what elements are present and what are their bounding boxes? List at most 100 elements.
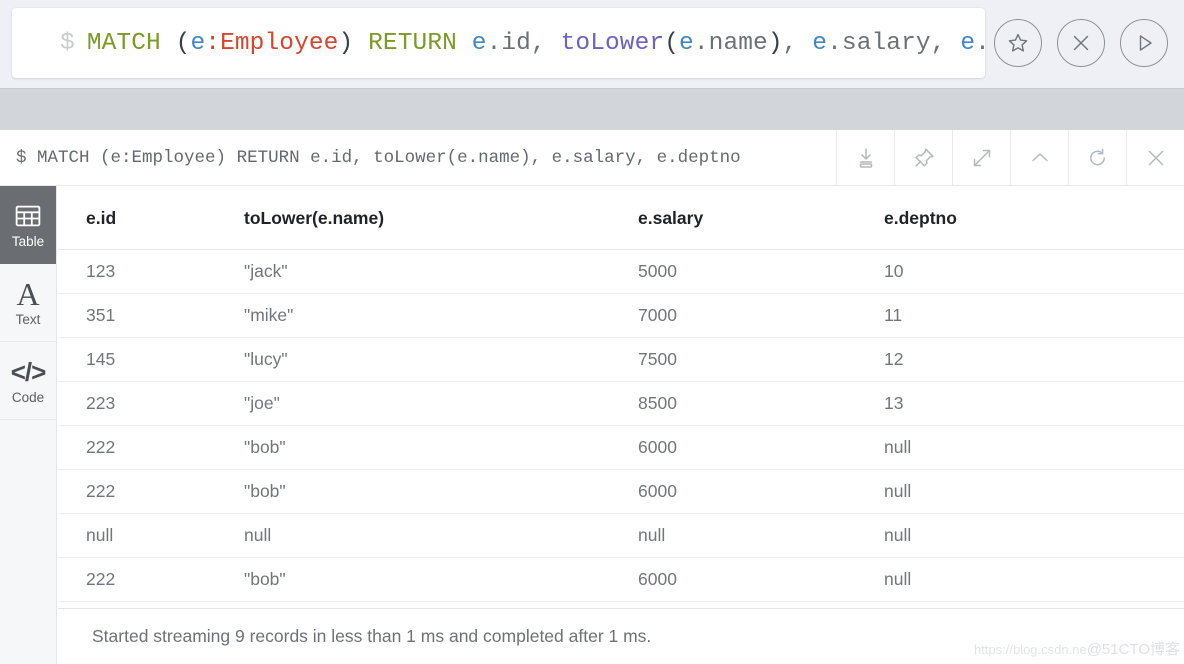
query-token-plain bbox=[353, 30, 368, 57]
query-token-punct: , bbox=[530, 29, 561, 57]
view-tab-text-label: Text bbox=[15, 311, 41, 327]
result-prompt-symbol: $ bbox=[16, 147, 27, 168]
results-table-container: e.id toLower(e.name) e.salary e.deptno 123 "… bbox=[58, 186, 1184, 664]
view-mode-sidebar: Table A Text </> Code bbox=[0, 186, 57, 664]
result-toolbar bbox=[836, 130, 1184, 185]
editor-action-buttons bbox=[994, 8, 1168, 78]
code-brackets-icon: </> bbox=[10, 356, 47, 387]
table-cell: "bob" bbox=[220, 425, 626, 470]
table-header-row: e.id toLower(e.name) e.salary e.deptno bbox=[58, 186, 1184, 250]
query-token-variable: e bbox=[960, 29, 976, 57]
result-body: Table A Text </> Code e.id toLower(e.name… bbox=[0, 186, 1184, 664]
query-token-property: .id bbox=[486, 29, 531, 57]
table-cell: null bbox=[870, 469, 1184, 514]
query-editor-card[interactable]: $ MATCH (e:Employee) RETURN e.id, toLowe… bbox=[12, 8, 985, 78]
query-token-variable: e bbox=[190, 29, 206, 57]
result-status-bar: Started streaming 9 records in less than… bbox=[58, 608, 1184, 663]
table-row: 123 "jack" 5000 10 bbox=[58, 249, 1184, 294]
table-cell: "mike" bbox=[220, 293, 626, 338]
favorite-button[interactable] bbox=[994, 19, 1042, 67]
run-query-button[interactable] bbox=[1120, 19, 1168, 67]
pin-button[interactable] bbox=[894, 130, 952, 185]
table-cell: null bbox=[626, 513, 870, 558]
view-tab-code-label: Code bbox=[11, 389, 45, 405]
table-column-header: e.deptno bbox=[870, 186, 1184, 250]
table-cell: 222 bbox=[58, 557, 220, 602]
pin-icon bbox=[911, 145, 937, 171]
query-token-property: .name bbox=[693, 29, 768, 57]
table-grid-icon bbox=[15, 201, 41, 231]
table-row: null null null null bbox=[58, 513, 1184, 558]
result-query-text: $ MATCH (e:Employee) RETURN e.id, toLowe… bbox=[0, 148, 836, 168]
view-tab-table[interactable]: Table bbox=[0, 186, 56, 264]
table-cell: 351 bbox=[58, 293, 220, 338]
table-row: 222"bob"6000null bbox=[58, 557, 1184, 602]
download-button[interactable] bbox=[836, 130, 894, 185]
query-token-keyword: RETURN bbox=[368, 29, 472, 57]
query-text: MATCH (e:Employee) RETURN e.id, toLower(… bbox=[87, 30, 985, 57]
refresh-button[interactable] bbox=[1068, 130, 1126, 185]
query-token-paren: ) bbox=[338, 29, 354, 57]
table-cell: 7000 bbox=[626, 293, 870, 338]
table-row: 222"bob"6000null bbox=[58, 425, 1184, 470]
table-cell: 6000 bbox=[626, 425, 870, 470]
result-frame: $ MATCH (e:Employee) RETURN e.id, toLowe… bbox=[0, 130, 1184, 664]
table-cell: "jack" bbox=[220, 249, 626, 294]
table-cell: null bbox=[58, 513, 220, 558]
status-message: Started streaming 9 records in less than… bbox=[92, 625, 652, 646]
table-cell: 11 bbox=[870, 293, 1184, 338]
query-token-keyword: MATCH bbox=[86, 29, 176, 57]
table-cell: 5000 bbox=[626, 249, 870, 294]
close-icon bbox=[1069, 31, 1093, 55]
table-cell: "lucy" bbox=[220, 337, 626, 382]
query-token-property: .salary bbox=[827, 29, 931, 57]
expand-button[interactable] bbox=[952, 130, 1010, 185]
query-token-paren: ( bbox=[175, 29, 191, 57]
play-icon bbox=[1132, 31, 1156, 55]
table-row: 145 "lucy" 7500 12 bbox=[58, 337, 1184, 382]
result-header: $ MATCH (e:Employee) RETURN e.id, toLowe… bbox=[0, 130, 1184, 186]
table-cell: 12 bbox=[870, 337, 1184, 382]
clear-query-button[interactable] bbox=[1057, 19, 1105, 67]
table-column-header: e.salary bbox=[626, 186, 870, 250]
refresh-icon bbox=[1085, 145, 1111, 171]
panel-separator-band bbox=[0, 88, 1184, 131]
table-cell: 7500 bbox=[626, 337, 870, 382]
query-token-paren: ( bbox=[664, 29, 680, 57]
table-row: 351 "mike" 7000 11 bbox=[58, 293, 1184, 338]
table-cell: null bbox=[870, 557, 1184, 602]
query-token-variable: e bbox=[679, 29, 694, 57]
query-token-label: :Employee bbox=[205, 29, 339, 57]
table-cell: 6000 bbox=[626, 469, 870, 514]
query-token-paren: ) bbox=[767, 29, 783, 57]
expand-icon bbox=[969, 145, 995, 171]
table-cell: 222 bbox=[58, 469, 220, 514]
table-cell: null bbox=[870, 425, 1184, 470]
query-token-punct: , bbox=[930, 29, 961, 57]
results-table-head: e.id toLower(e.name) e.salary e.deptno bbox=[58, 186, 1184, 250]
chevron-up-icon bbox=[1027, 145, 1053, 171]
collapse-button[interactable] bbox=[1010, 130, 1068, 185]
view-tab-text[interactable]: A Text bbox=[0, 264, 56, 342]
close-result-button[interactable] bbox=[1126, 130, 1184, 185]
query-token-variable: e bbox=[812, 29, 828, 57]
table-cell: "joe" bbox=[220, 381, 626, 426]
text-a-icon: A bbox=[16, 275, 40, 312]
table-cell: 8500 bbox=[626, 381, 870, 426]
query-token-property: .deptno bbox=[975, 30, 985, 57]
query-editor-line[interactable]: $ MATCH (e:Employee) RETURN e.id, toLowe… bbox=[12, 30, 985, 57]
view-tab-table-label: Table bbox=[11, 233, 45, 249]
prompt-symbol: $ bbox=[60, 29, 75, 57]
table-row: 222"bob"6000null bbox=[58, 469, 1184, 514]
result-query-string: MATCH (e:Employee) RETURN e.id, toLower(… bbox=[37, 147, 741, 168]
view-tab-code[interactable]: </> Code bbox=[0, 342, 56, 420]
close-icon bbox=[1143, 145, 1169, 171]
table-cell: null bbox=[870, 513, 1184, 558]
query-editor-area: $ MATCH (e:Employee) RETURN e.id, toLowe… bbox=[0, 0, 1184, 88]
table-cell: "bob" bbox=[220, 469, 626, 514]
table-cell: null bbox=[220, 513, 626, 558]
table-cell: 145 bbox=[58, 337, 220, 382]
table-column-header: toLower(e.name) bbox=[220, 186, 626, 250]
table-cell: 13 bbox=[870, 381, 1184, 426]
results-table: e.id toLower(e.name) e.salary e.deptno 123 "… bbox=[58, 186, 1184, 646]
